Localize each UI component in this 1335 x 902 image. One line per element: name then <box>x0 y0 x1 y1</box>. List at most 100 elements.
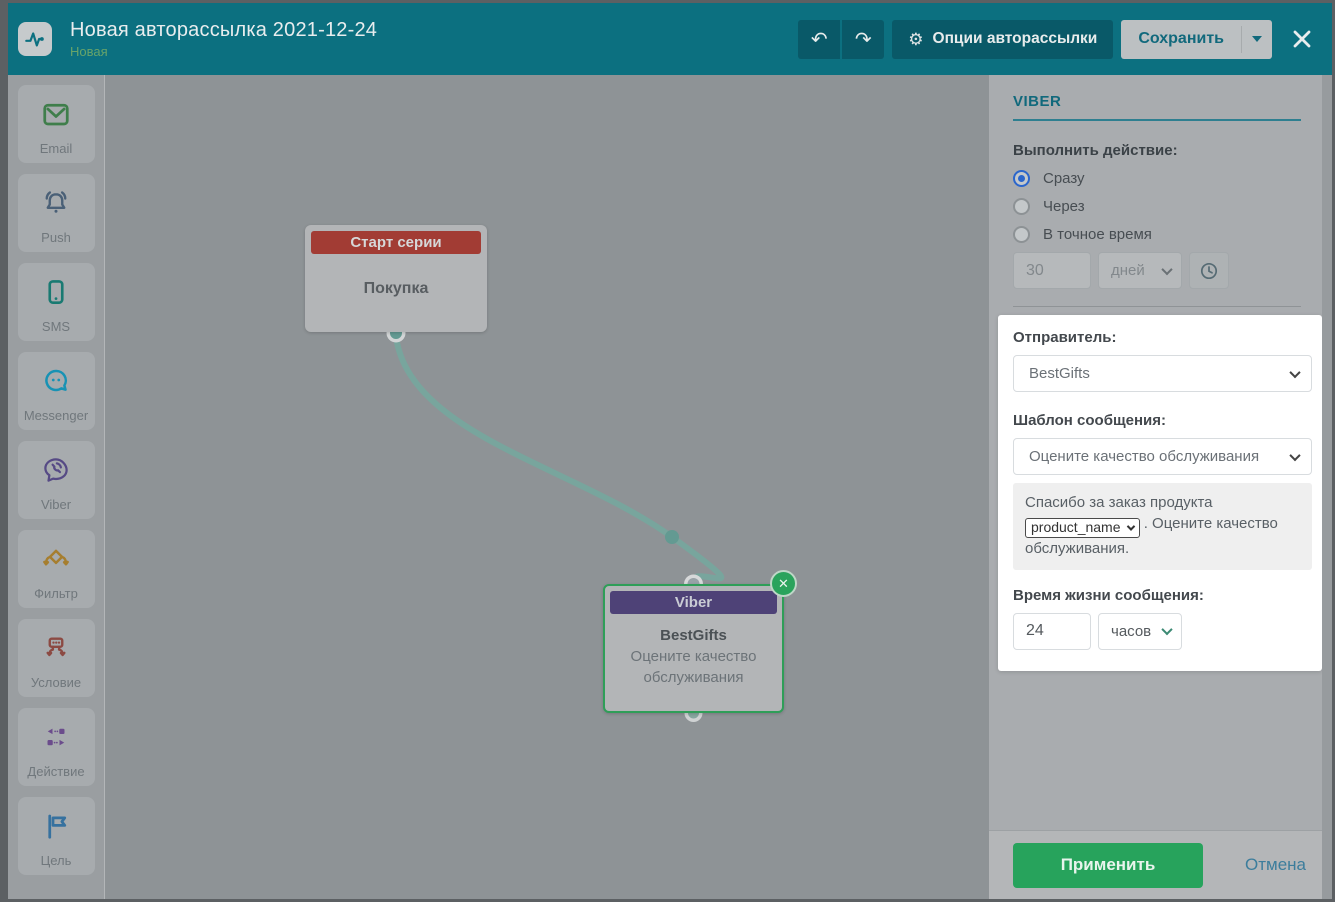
flow-canvas[interactable]: Старт серии Покупка Viber BestGifts Оцен… <box>105 75 989 899</box>
execute-action-label: Выполнить действие: <box>1013 142 1178 159</box>
scrollbar[interactable] <box>1322 75 1332 899</box>
sidebar-item-label: Условие <box>30 675 82 690</box>
save-dropdown-button[interactable] <box>1242 20 1272 59</box>
chevron-down-icon <box>1289 449 1301 461</box>
pulse-icon <box>25 32 44 47</box>
sidebar-item-label: Messenger <box>23 408 89 423</box>
chevron-down-icon <box>1126 521 1135 531</box>
sidebar-item-push[interactable]: Push <box>17 174 95 252</box>
delay-value-input[interactable] <box>1013 252 1091 289</box>
ttl-label: Время жизни сообщения: <box>1013 586 1204 604</box>
sidebar-item-label: Viber <box>40 497 72 512</box>
apply-button[interactable]: Применить <box>1013 842 1203 888</box>
push-bell-icon <box>40 174 72 231</box>
radio-option-label: Сразу <box>1043 170 1085 187</box>
redo-icon: ↷ <box>854 28 872 51</box>
sidebar-item-label: Email <box>39 141 73 156</box>
clock-icon <box>1200 262 1218 279</box>
variable-select-value: product_name <box>1031 519 1121 535</box>
highlighted-settings-section: Отправитель: BestGifts Шаблон сообщения:… <box>998 315 1322 671</box>
email-icon <box>40 85 72 142</box>
radio-unselected-icon[interactable] <box>1013 226 1030 243</box>
start-node-header: Старт серии <box>311 231 481 254</box>
sms-phone-icon <box>40 263 72 320</box>
ttl-unit-select[interactable]: часов <box>1098 612 1182 650</box>
viber-node[interactable]: Viber BestGifts Оцените качество обслужи… <box>603 570 797 713</box>
save-button-group: Сохранить <box>1121 19 1272 59</box>
viber-icon <box>40 441 72 498</box>
cancel-button[interactable]: Отмена <box>1245 855 1306 875</box>
panel-divider <box>1013 306 1301 307</box>
messenger-icon <box>40 352 72 409</box>
delete-node-button[interactable]: ✕ <box>770 570 797 597</box>
sidebar-item-label: SMS <box>41 319 71 334</box>
sidebar-item-goal[interactable]: Цель <box>17 797 95 875</box>
preview-text-before: Спасибо за заказ продукта <box>1025 494 1213 511</box>
block-palette-sidebar: Email Push SMS Messenger Viber Фильтр Условие Д… <box>8 75 105 899</box>
sidebar-item-condition[interactable]: Условие <box>17 619 95 697</box>
delay-row: дней <box>1013 252 1301 289</box>
undo-button[interactable]: ↶ <box>798 19 841 59</box>
chevron-down-icon <box>1161 263 1173 275</box>
redo-button[interactable]: ↷ <box>842 19 885 59</box>
header: Новая авторассылка 2021-12-24 Новая ↶ ↷ … <box>8 3 1332 75</box>
radio-option-1[interactable]: Через <box>1013 198 1301 215</box>
panel-footer: Применить Отмена <box>989 830 1322 899</box>
sidebar-item-viber[interactable]: Viber <box>17 441 95 519</box>
viber-node-sender: BestGifts <box>660 627 727 644</box>
header-actions: ↶ ↷ ⚙ Опции авторассылки Сохранить <box>798 19 1318 59</box>
condition-icon <box>40 619 72 676</box>
sidebar-item-label: Действие <box>27 764 85 779</box>
status-badge: Новая <box>70 44 108 59</box>
wire-midpoint-handle[interactable] <box>665 530 679 544</box>
chevron-down-icon <box>1252 36 1262 42</box>
template-select[interactable]: Оцените качество обслуживания <box>1013 438 1312 475</box>
execute-action-radio-group: Сразу Через В точное время <box>1013 170 1301 243</box>
close-icon <box>1293 30 1311 48</box>
close-button[interactable] <box>1290 27 1314 51</box>
app-logo <box>18 22 52 56</box>
settings-panel-body: VIBER Выполнить действие: Сразу Через В то… <box>989 75 1322 830</box>
sender-select[interactable]: BestGifts <box>1013 355 1312 392</box>
ttl-unit-value: часов <box>1111 622 1152 640</box>
sidebar-item-label: Push <box>41 230 71 245</box>
viber-node-header: Viber <box>610 591 777 614</box>
schedule-time-button[interactable] <box>1189 252 1229 289</box>
radio-option-label: Через <box>1043 198 1085 215</box>
radio-option-2[interactable]: В точное время <box>1013 226 1301 243</box>
action-icon <box>40 708 72 765</box>
body-row: Email Push SMS Messenger Viber Фильтр Условие Д… <box>8 75 1332 899</box>
sidebar-item-action[interactable]: Действие <box>17 708 95 786</box>
radio-option-0[interactable]: Сразу <box>1013 170 1301 187</box>
message-preview: Спасибо за заказ продукта product_name .… <box>1013 483 1312 570</box>
goal-flag-icon <box>40 797 72 854</box>
chevron-down-icon <box>1289 366 1301 378</box>
gear-icon: ⚙ <box>908 29 924 49</box>
start-node-trigger: Покупка <box>363 280 429 297</box>
ttl-value-input[interactable] <box>1013 612 1091 650</box>
autoflow-options-button[interactable]: ⚙ Опции авторассылки <box>892 19 1114 59</box>
viber-node-template: Оцените качество обслуживания <box>630 648 757 686</box>
sidebar-item-filter[interactable]: Фильтр <box>17 530 95 608</box>
close-icon: ✕ <box>778 576 789 591</box>
chevron-down-icon <box>1161 623 1173 636</box>
undo-icon: ↶ <box>810 28 828 51</box>
radio-unselected-icon[interactable] <box>1013 198 1030 215</box>
filter-icon <box>40 530 72 587</box>
sender-select-value: BestGifts <box>1029 365 1090 382</box>
variable-select[interactable]: product_name <box>1025 517 1140 538</box>
delay-unit-value: дней <box>1111 262 1145 279</box>
delay-unit-select[interactable]: дней <box>1098 252 1182 289</box>
settings-panel: VIBER Выполнить действие: Сразу Через В то… <box>989 75 1322 899</box>
save-button[interactable]: Сохранить <box>1121 20 1241 59</box>
sidebar-item-email[interactable]: Email <box>17 85 95 163</box>
sidebar-item-messenger[interactable]: Messenger <box>17 352 95 430</box>
connection-wire <box>386 323 725 722</box>
ttl-row: часов <box>1013 612 1312 650</box>
sidebar-item-sms[interactable]: SMS <box>17 263 95 341</box>
start-node[interactable]: Старт серии Покупка <box>305 225 487 332</box>
radio-option-label: В точное время <box>1043 226 1152 243</box>
radio-selected-icon[interactable] <box>1013 170 1030 187</box>
page-title: Новая авторассылка 2021-12-24 <box>70 19 378 41</box>
sidebar-item-label: Цель <box>40 853 72 868</box>
